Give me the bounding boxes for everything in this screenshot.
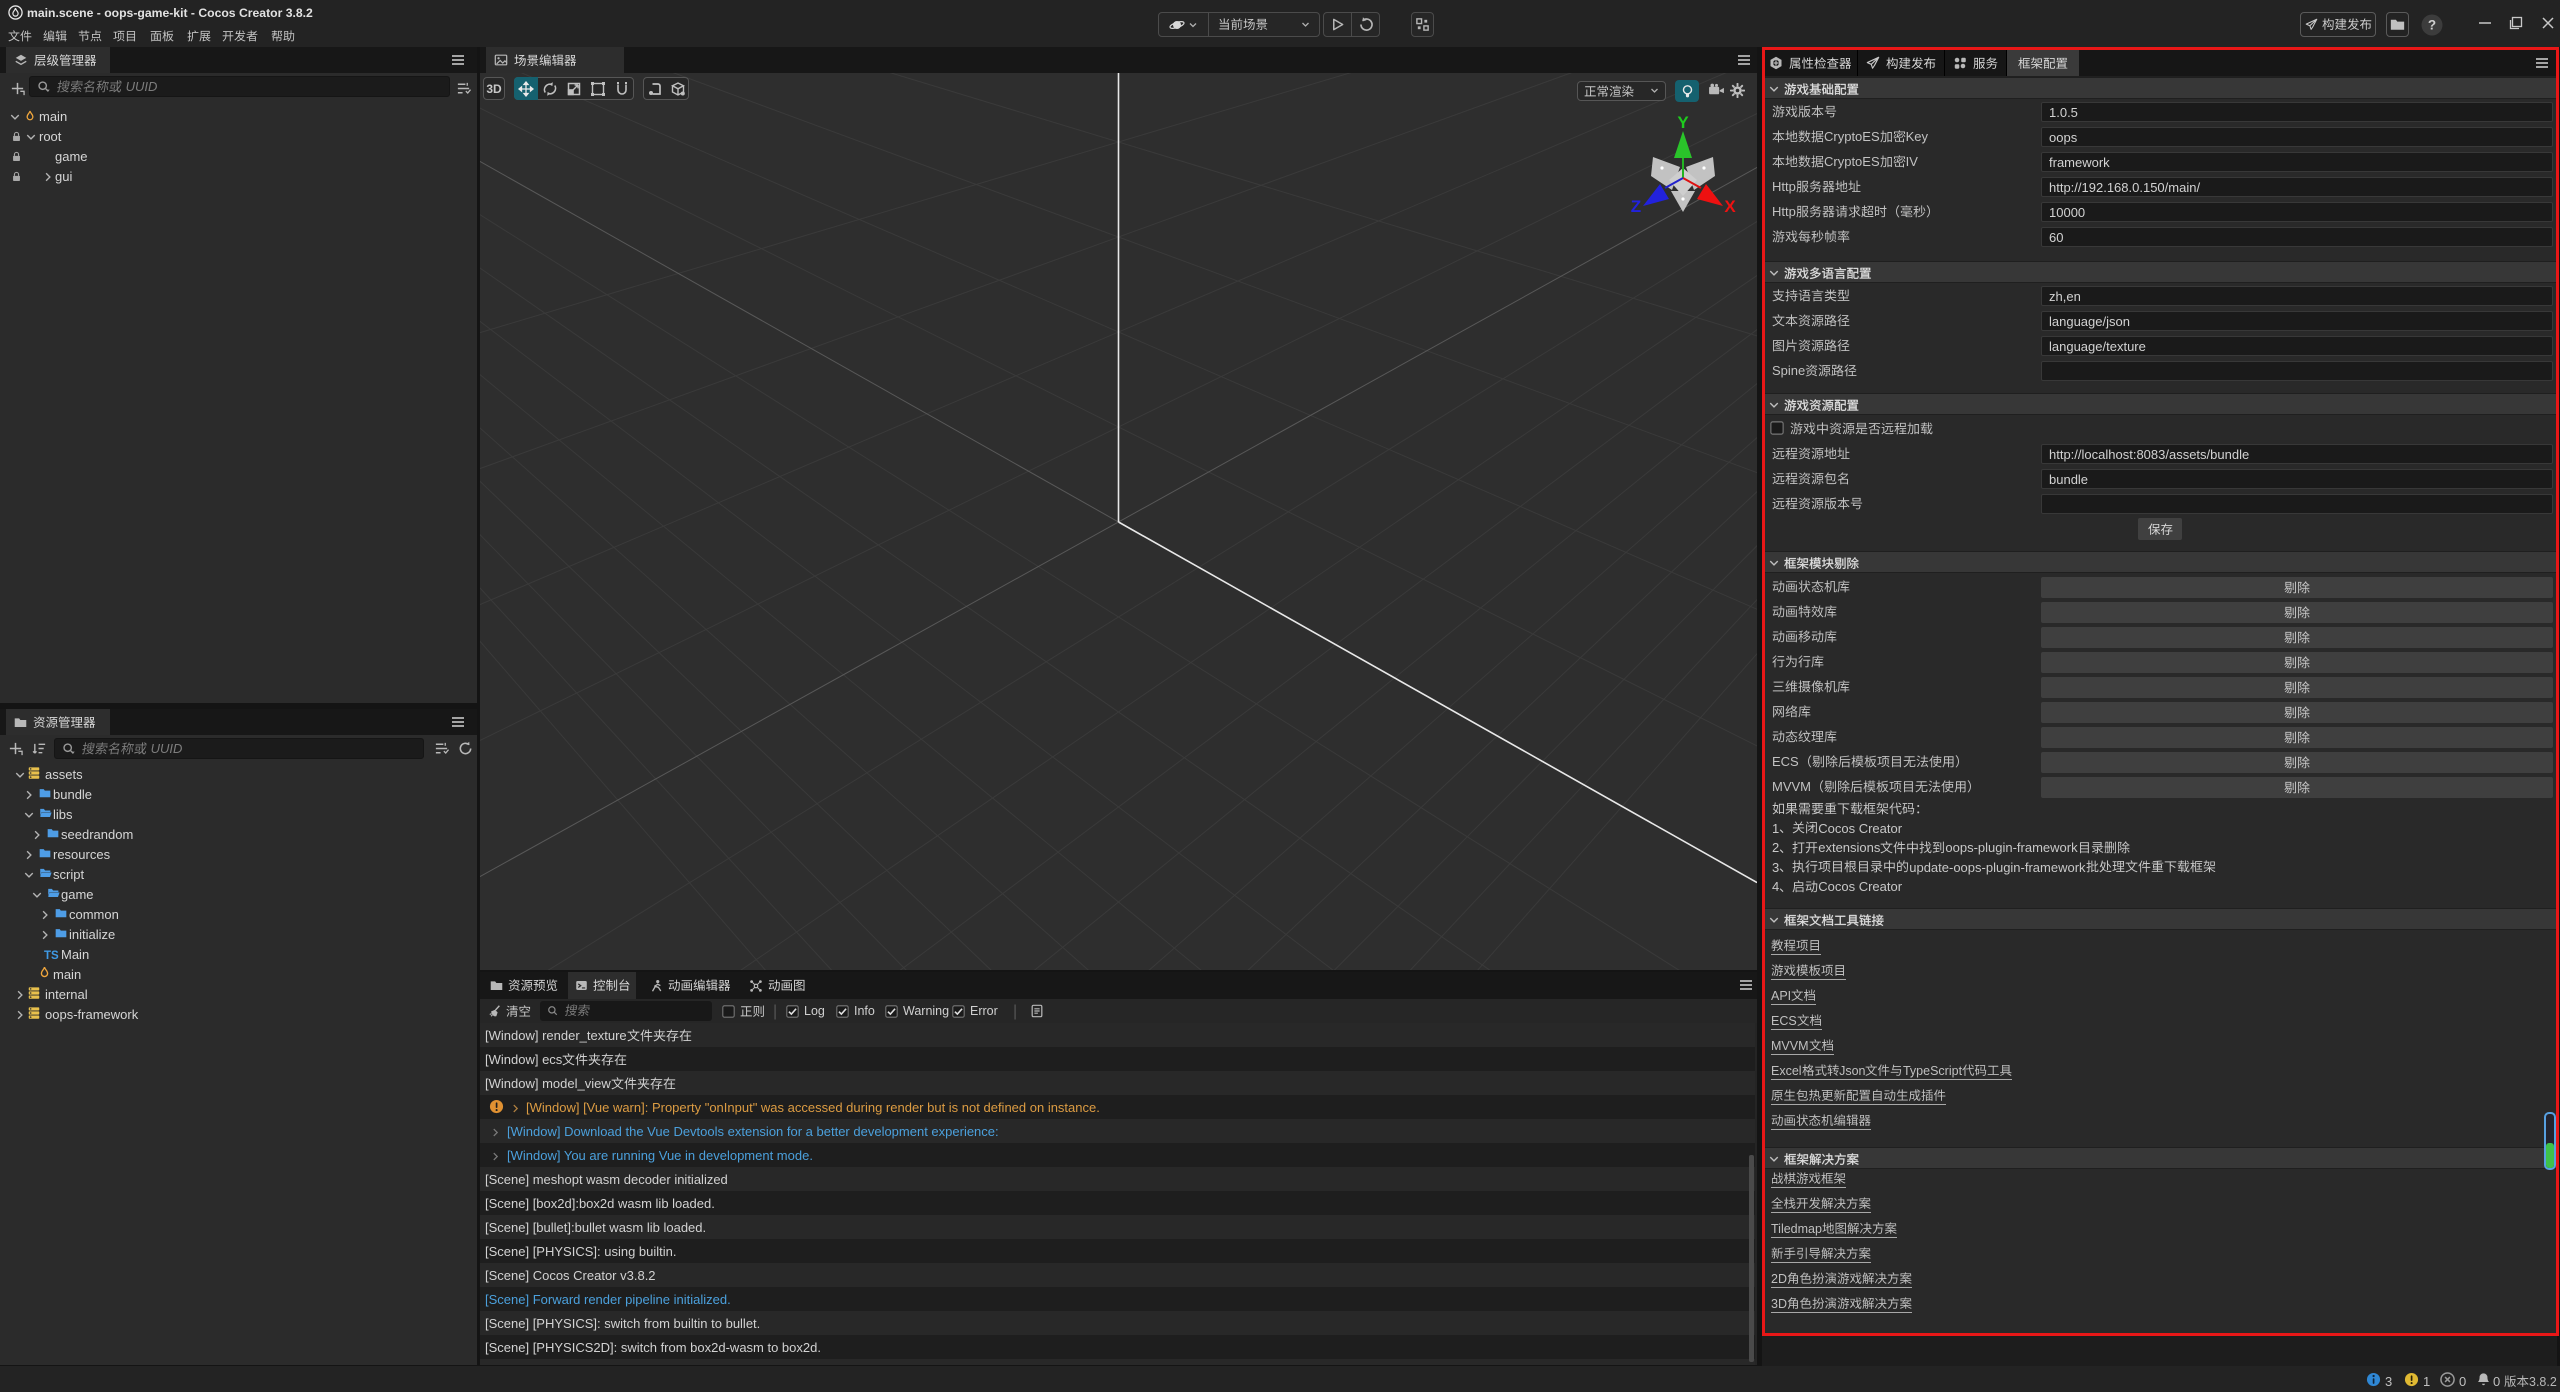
svg-text:?: ?	[2428, 18, 2436, 33]
svg-text:X: X	[1724, 197, 1736, 216]
svg-text:Y: Y	[1677, 113, 1689, 132]
svg-text:Z: Z	[1631, 197, 1641, 216]
